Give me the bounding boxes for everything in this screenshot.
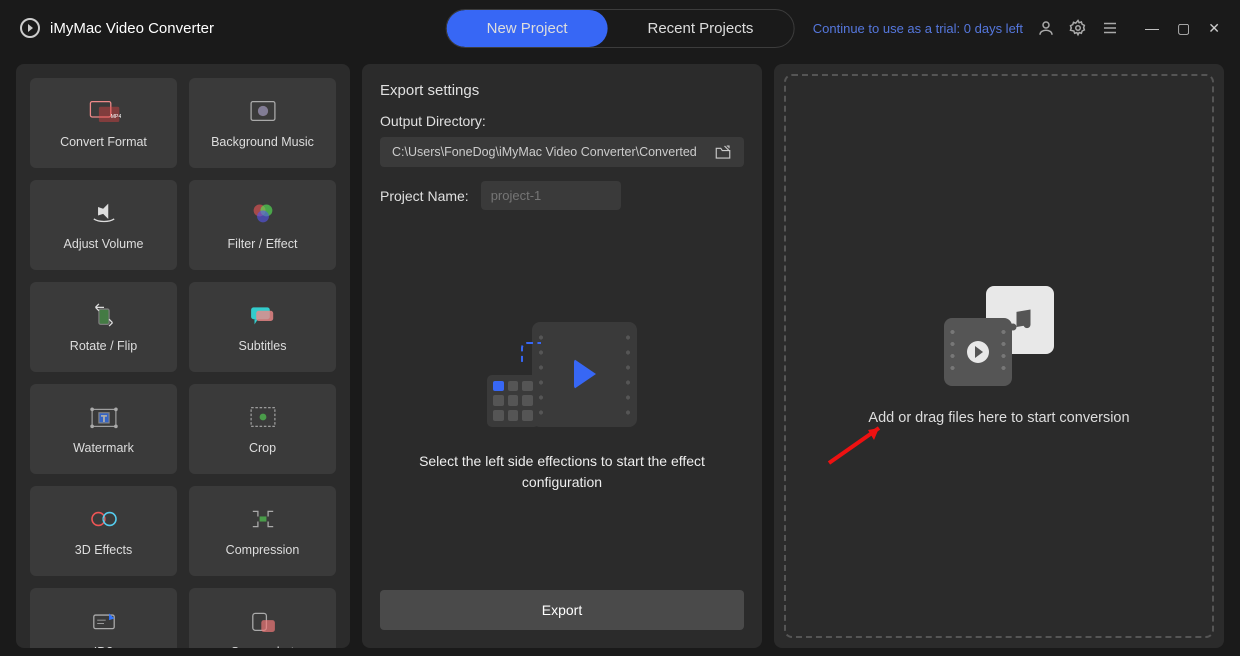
tool-label: 3D Effects bbox=[75, 543, 132, 557]
project-name-input[interactable] bbox=[481, 181, 621, 210]
project-name-row: Project Name: bbox=[380, 181, 744, 210]
adjust-volume-icon bbox=[87, 199, 121, 227]
tools-sidebar: MP4 Convert Format Background Music Adju… bbox=[16, 64, 350, 648]
output-dir-field[interactable]: C:\Users\FoneDog\iMyMac Video Converter\… bbox=[380, 137, 744, 167]
logo-icon bbox=[20, 18, 40, 38]
folder-open-icon[interactable] bbox=[714, 144, 732, 160]
preview-illustration-icon bbox=[487, 322, 637, 427]
export-button[interactable]: Export bbox=[380, 590, 744, 630]
tool-label: Background Music bbox=[211, 135, 314, 149]
menu-icon[interactable] bbox=[1101, 19, 1119, 37]
rotate-flip-icon bbox=[87, 301, 121, 329]
tool-crop[interactable]: Crop bbox=[189, 384, 336, 474]
export-panel: Export settings Output Directory: C:\Use… bbox=[362, 64, 762, 648]
watermark-icon: T bbox=[87, 403, 121, 431]
tool-label: Subtitles bbox=[239, 339, 287, 353]
tool-label: Convert Format bbox=[60, 135, 147, 149]
subtitles-icon bbox=[246, 301, 280, 329]
convert-format-icon: MP4 bbox=[87, 97, 121, 125]
tool-adjust-volume[interactable]: Adjust Volume bbox=[30, 180, 177, 270]
export-settings-title: Export settings bbox=[380, 82, 744, 99]
svg-text:MP4: MP4 bbox=[110, 114, 120, 120]
tool-label: Crop bbox=[249, 441, 276, 455]
app-title: iMyMac Video Converter bbox=[50, 20, 214, 37]
tool-label: Screenshot bbox=[231, 645, 294, 648]
tool-subtitles[interactable]: Subtitles bbox=[189, 282, 336, 372]
3d-effects-icon bbox=[87, 505, 121, 533]
app-header: iMyMac Video Converter New Project Recen… bbox=[0, 0, 1240, 56]
crop-icon bbox=[246, 403, 280, 431]
preview-hint: Select the left side effections to start… bbox=[412, 451, 712, 493]
tool-filter-effect[interactable]: Filter / Effect bbox=[189, 180, 336, 270]
output-dir-value: C:\Users\FoneDog\iMyMac Video Converter\… bbox=[392, 145, 697, 159]
minimize-button[interactable]: — bbox=[1145, 20, 1159, 37]
file-dropzone[interactable]: Add or drag files here to start conversi… bbox=[784, 74, 1214, 638]
close-button[interactable]: ✕ bbox=[1208, 20, 1220, 37]
tool-label: Watermark bbox=[73, 441, 134, 455]
tool-screenshot[interactable]: Screenshot bbox=[189, 588, 336, 648]
dropzone-illustration-icon bbox=[944, 286, 1054, 386]
tool-label: Filter / Effect bbox=[228, 237, 298, 251]
preview-area: Select the left side effections to start… bbox=[380, 240, 744, 574]
tool-label: Rotate / Flip bbox=[70, 339, 137, 353]
tool-background-music[interactable]: Background Music bbox=[189, 78, 336, 168]
logo-area: iMyMac Video Converter bbox=[20, 18, 214, 38]
tool-rotate-flip[interactable]: Rotate / Flip bbox=[30, 282, 177, 372]
header-right: Continue to use as a trial: 0 days left … bbox=[813, 19, 1220, 37]
id3-icon bbox=[87, 607, 121, 635]
window-controls: — ▢ ✕ bbox=[1145, 20, 1220, 37]
tool-convert-format[interactable]: MP4 Convert Format bbox=[30, 78, 177, 168]
tool-grid: MP4 Convert Format Background Music Adju… bbox=[30, 78, 336, 648]
project-tabs: New Project Recent Projects bbox=[446, 9, 795, 48]
tab-new-project[interactable]: New Project bbox=[447, 10, 608, 47]
main-content: MP4 Convert Format Background Music Adju… bbox=[0, 56, 1240, 656]
tool-label: Compression bbox=[226, 543, 300, 557]
tool-watermark[interactable]: T Watermark bbox=[30, 384, 177, 474]
tool-label: ID3 bbox=[94, 645, 113, 648]
svg-text:T: T bbox=[101, 413, 106, 423]
tool-id3[interactable]: ID3 bbox=[30, 588, 177, 648]
gear-icon[interactable] bbox=[1069, 19, 1087, 37]
output-dir-label: Output Directory: bbox=[380, 113, 744, 129]
project-name-label: Project Name: bbox=[380, 188, 469, 204]
files-panel: Add or drag files here to start conversi… bbox=[774, 64, 1224, 648]
tool-compression[interactable]: Compression bbox=[189, 486, 336, 576]
background-music-icon bbox=[246, 97, 280, 125]
trial-status[interactable]: Continue to use as a trial: 0 days left bbox=[813, 21, 1023, 36]
compression-icon bbox=[246, 505, 280, 533]
tool-3d-effects[interactable]: 3D Effects bbox=[30, 486, 177, 576]
tool-label: Adjust Volume bbox=[64, 237, 144, 251]
user-icon[interactable] bbox=[1037, 19, 1055, 37]
filter-effect-icon bbox=[246, 199, 280, 227]
maximize-button[interactable]: ▢ bbox=[1177, 20, 1190, 37]
dropzone-text: Add or drag files here to start conversi… bbox=[868, 410, 1129, 426]
tab-recent-projects[interactable]: Recent Projects bbox=[607, 10, 793, 47]
screenshot-icon bbox=[246, 607, 280, 635]
